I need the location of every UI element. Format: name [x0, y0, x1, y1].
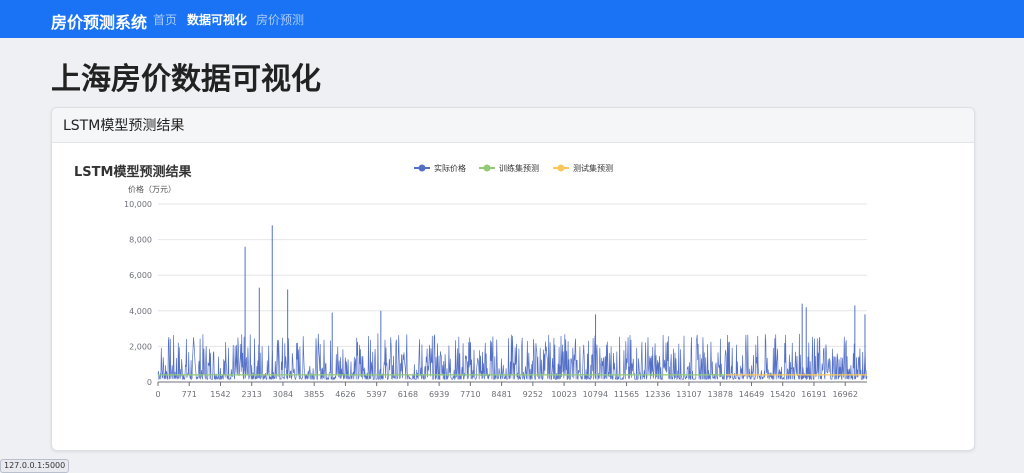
x-tick-label: 10794: [583, 390, 608, 399]
x-tick-label: 13107: [676, 390, 701, 399]
x-tick-label: 16962: [832, 390, 857, 399]
x-tick-label: 5397: [366, 390, 386, 399]
y-tick-label: 8,000: [129, 236, 152, 245]
legend-swatch-marker: [557, 164, 565, 172]
y-tick-label: 10,000: [124, 200, 152, 209]
y-tick-label: 6,000: [129, 271, 152, 280]
x-tick-label: 9252: [523, 390, 543, 399]
legend-label: 训练集预测: [499, 163, 539, 173]
x-tick-label: 7710: [460, 390, 480, 399]
chart-card: LSTM模型预测结果 LSTM模型预测结果价格（万元） 0 2,000 4,000 6,…: [51, 107, 975, 451]
x-tick-label: 16191: [801, 390, 826, 399]
x-tick-label: 6939: [429, 390, 449, 399]
y-tick-label: 2,000: [129, 342, 152, 351]
y-tick-label: 4,000: [129, 307, 152, 316]
top-navbar: 房价预测系统 首页 数据可视化 房价预测: [0, 0, 1024, 38]
y-axis-label: 价格（万元）: [128, 184, 176, 194]
x-tick-label: 6168: [398, 390, 418, 399]
x-tick-label: 3084: [273, 390, 293, 399]
nav-link-prediction[interactable]: 房价预测: [256, 11, 304, 28]
series-actual-price-line: [157, 333, 868, 381]
legend-swatch-marker: [483, 164, 491, 172]
legend-label: 实际价格: [434, 163, 466, 173]
y-tick-label: 0: [147, 378, 152, 387]
x-tick-label: 3855: [304, 390, 324, 399]
page-title: 上海房价数据可视化: [51, 62, 321, 97]
lstm-chart: LSTM模型预测结果价格（万元） 0 2,000 4,000 6,000 8,000 10,…: [74, 163, 868, 399]
nav-link-visualization[interactable]: 数据可视化: [187, 11, 247, 28]
x-tick-label: 11565: [614, 390, 639, 399]
x-tick-label: 15420: [770, 390, 795, 399]
x-tick-label: 0: [155, 390, 160, 399]
x-tick-label: 1542: [210, 390, 230, 399]
x-tick-label: 4626: [335, 390, 355, 399]
x-tick-label: 14649: [739, 390, 764, 399]
x-tick-label: 12336: [645, 390, 670, 399]
x-tick-label: 10023: [551, 390, 576, 399]
chart-title: LSTM模型预测结果: [74, 164, 191, 180]
legend-swatch-marker: [418, 164, 426, 172]
x-tick-label: 2313: [242, 390, 262, 399]
legend-label: 测试集预测: [573, 163, 613, 173]
nav-link-home[interactable]: 首页: [153, 11, 177, 28]
x-tick-label: 8481: [491, 390, 511, 399]
brand-title[interactable]: 房价预测系统: [51, 9, 147, 33]
x-tick-label: 771: [182, 390, 197, 399]
x-tick-label: 13878: [708, 390, 733, 399]
